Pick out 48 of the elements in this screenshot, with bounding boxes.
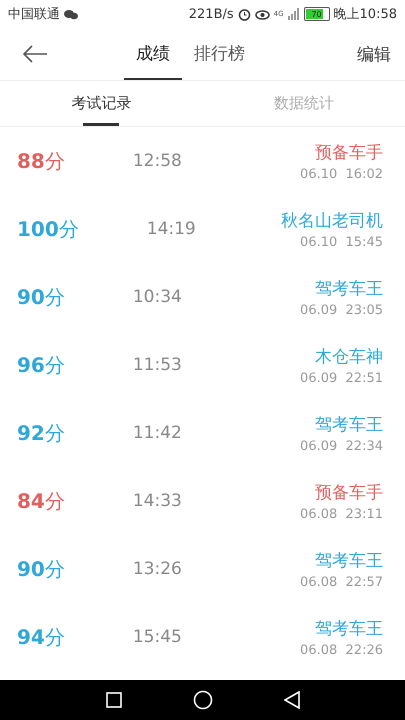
rank-title: 驾考车王	[315, 550, 383, 572]
score: 90分	[17, 556, 65, 582]
carrier-name: 中国联通	[8, 6, 60, 23]
exam-date: 06.09 23:05	[300, 302, 383, 318]
exam-date: 06.10 15:45	[300, 234, 383, 250]
chat-icon	[64, 8, 78, 20]
exam-date: 06.10 16:02	[300, 166, 383, 182]
alarm-icon	[238, 8, 251, 20]
score: 100分	[17, 216, 79, 242]
score: 84分	[17, 488, 65, 514]
duration: 15:45	[132, 627, 182, 647]
exam-date: 06.08 23:11	[300, 506, 383, 522]
duration: 13:26	[132, 559, 182, 579]
rank-title: 驾考车王	[315, 414, 383, 436]
rank-title: 驾考车王	[315, 278, 383, 300]
header-tab[interactable]: 排行榜	[182, 28, 257, 80]
score: 92分	[17, 420, 65, 446]
back-button[interactable]	[22, 45, 48, 63]
exam-date: 06.08 22:57	[300, 574, 383, 590]
recent-apps-icon[interactable]	[106, 692, 122, 708]
exam-date: 06.09 22:51	[300, 370, 383, 386]
exam-date: 06.09 22:34	[300, 438, 383, 454]
duration: 12:58	[132, 151, 182, 171]
duration: 11:42	[132, 423, 182, 443]
battery-icon: 70	[304, 7, 330, 21]
score: 88分	[17, 148, 65, 174]
rank-title: 木仓车神	[315, 346, 383, 368]
duration: 10:34	[132, 287, 182, 307]
clock: 晚上10:58	[334, 6, 397, 23]
rank-title: 秋名山老司机	[281, 210, 383, 232]
network-speed: 221B/s	[188, 6, 234, 22]
sub-tab[interactable]: 考试记录	[69, 81, 134, 126]
edit-button[interactable]: 编辑	[357, 28, 391, 80]
score: 96分	[17, 352, 65, 378]
score: 90分	[17, 284, 65, 310]
exam-date: 06.08 22:26	[300, 642, 383, 658]
rank-title: 预备车手	[315, 482, 383, 504]
rank-title: 预备车手	[315, 142, 383, 164]
duration: 11:53	[132, 355, 182, 375]
header-tab[interactable]: 成绩	[124, 28, 182, 80]
home-icon[interactable]	[192, 690, 212, 710]
eye-icon	[254, 8, 270, 20]
signal-icon	[288, 8, 300, 20]
duration: 14:33	[132, 491, 182, 511]
back-icon[interactable]	[284, 691, 300, 709]
rank-title: 驾考车王	[315, 618, 383, 640]
duration: 14:19	[146, 219, 196, 239]
score: 94分	[17, 624, 65, 650]
